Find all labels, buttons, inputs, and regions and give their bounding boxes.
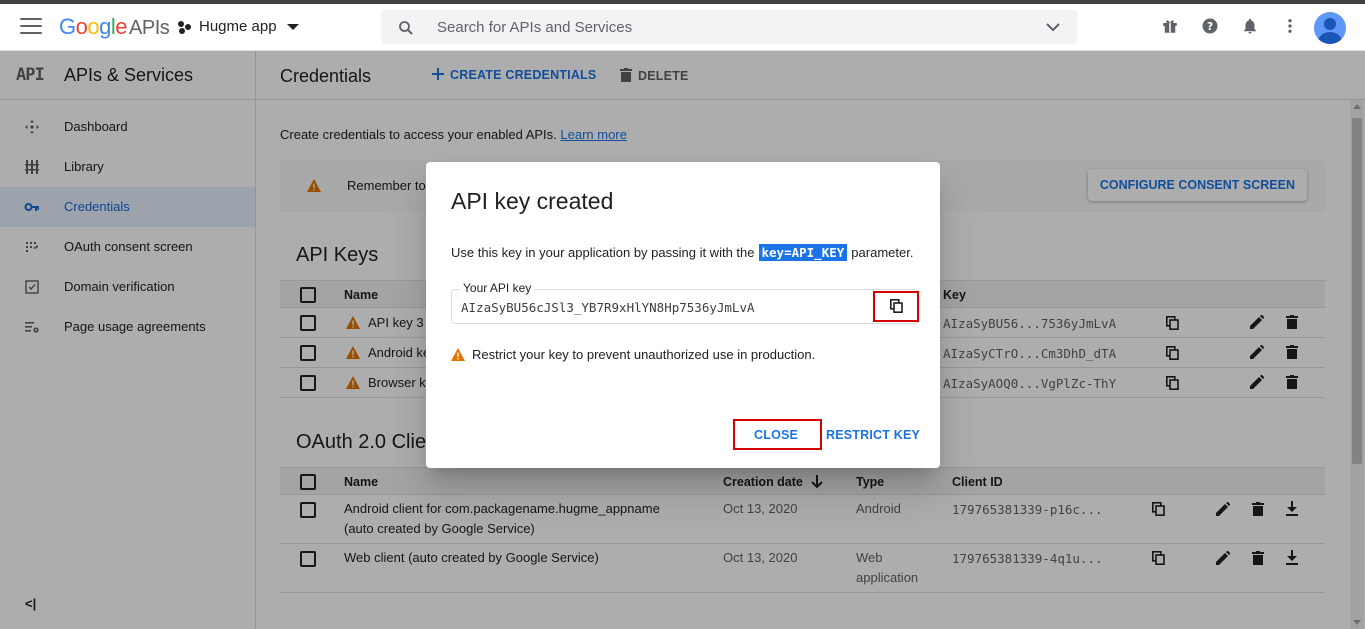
chevron-down-icon <box>286 23 299 30</box>
google-apis-logo[interactable]: Google APIs <box>59 14 170 40</box>
dialog-description: Use this key in your application by pass… <box>451 244 914 261</box>
help-icon[interactable]: ? <box>1201 17 1219 35</box>
dialog-text-before: Use this key in your application by pass… <box>451 245 755 260</box>
app-header: Google APIs Hugme app Search for APIs and… <box>0 4 1365 51</box>
project-name: Hugme app <box>199 18 277 35</box>
search-placeholder: Search for APIs and Services <box>437 19 633 36</box>
project-selector[interactable]: Hugme app <box>178 18 299 35</box>
warning-icon <box>451 348 465 361</box>
api-key-dialog: API key created Use this key in your app… <box>426 162 940 468</box>
project-icon <box>178 20 192 34</box>
logo-apis-text: APIs <box>129 17 170 39</box>
menu-icon[interactable] <box>20 18 42 36</box>
search-icon <box>399 21 413 35</box>
dialog-text-after: parameter. <box>851 245 914 260</box>
avatar[interactable] <box>1314 12 1346 44</box>
expand-search-icon[interactable] <box>1045 20 1061 34</box>
api-key-field-label: Your API key <box>460 281 535 295</box>
api-key-field[interactable]: Your API key AIzaSyBU56cJSl3_YB7R9xHlYN8… <box>451 281 919 324</box>
gift-icon[interactable] <box>1161 17 1179 35</box>
restrict-key-button[interactable]: RESTRICT KEY <box>826 428 920 442</box>
close-button[interactable]: CLOSE <box>754 428 798 442</box>
restrict-warning: Restrict your key to prevent unauthorize… <box>451 347 815 362</box>
copy-icon[interactable] <box>890 299 903 313</box>
notifications-icon[interactable] <box>1241 17 1259 35</box>
more-vert-icon[interactable] <box>1281 17 1299 35</box>
key-param-highlight: key=API_KEY <box>758 244 848 261</box>
svg-text:?: ? <box>1207 21 1213 33</box>
restrict-warning-text: Restrict your key to prevent unauthorize… <box>472 347 816 362</box>
api-key-value[interactable]: AIzaSyBU56cJSl3_YB7R9xHlYN8Hp7536yJmLvA <box>461 300 755 315</box>
dialog-title: API key created <box>451 188 614 214</box>
search-input[interactable]: Search for APIs and Services <box>381 10 1077 44</box>
